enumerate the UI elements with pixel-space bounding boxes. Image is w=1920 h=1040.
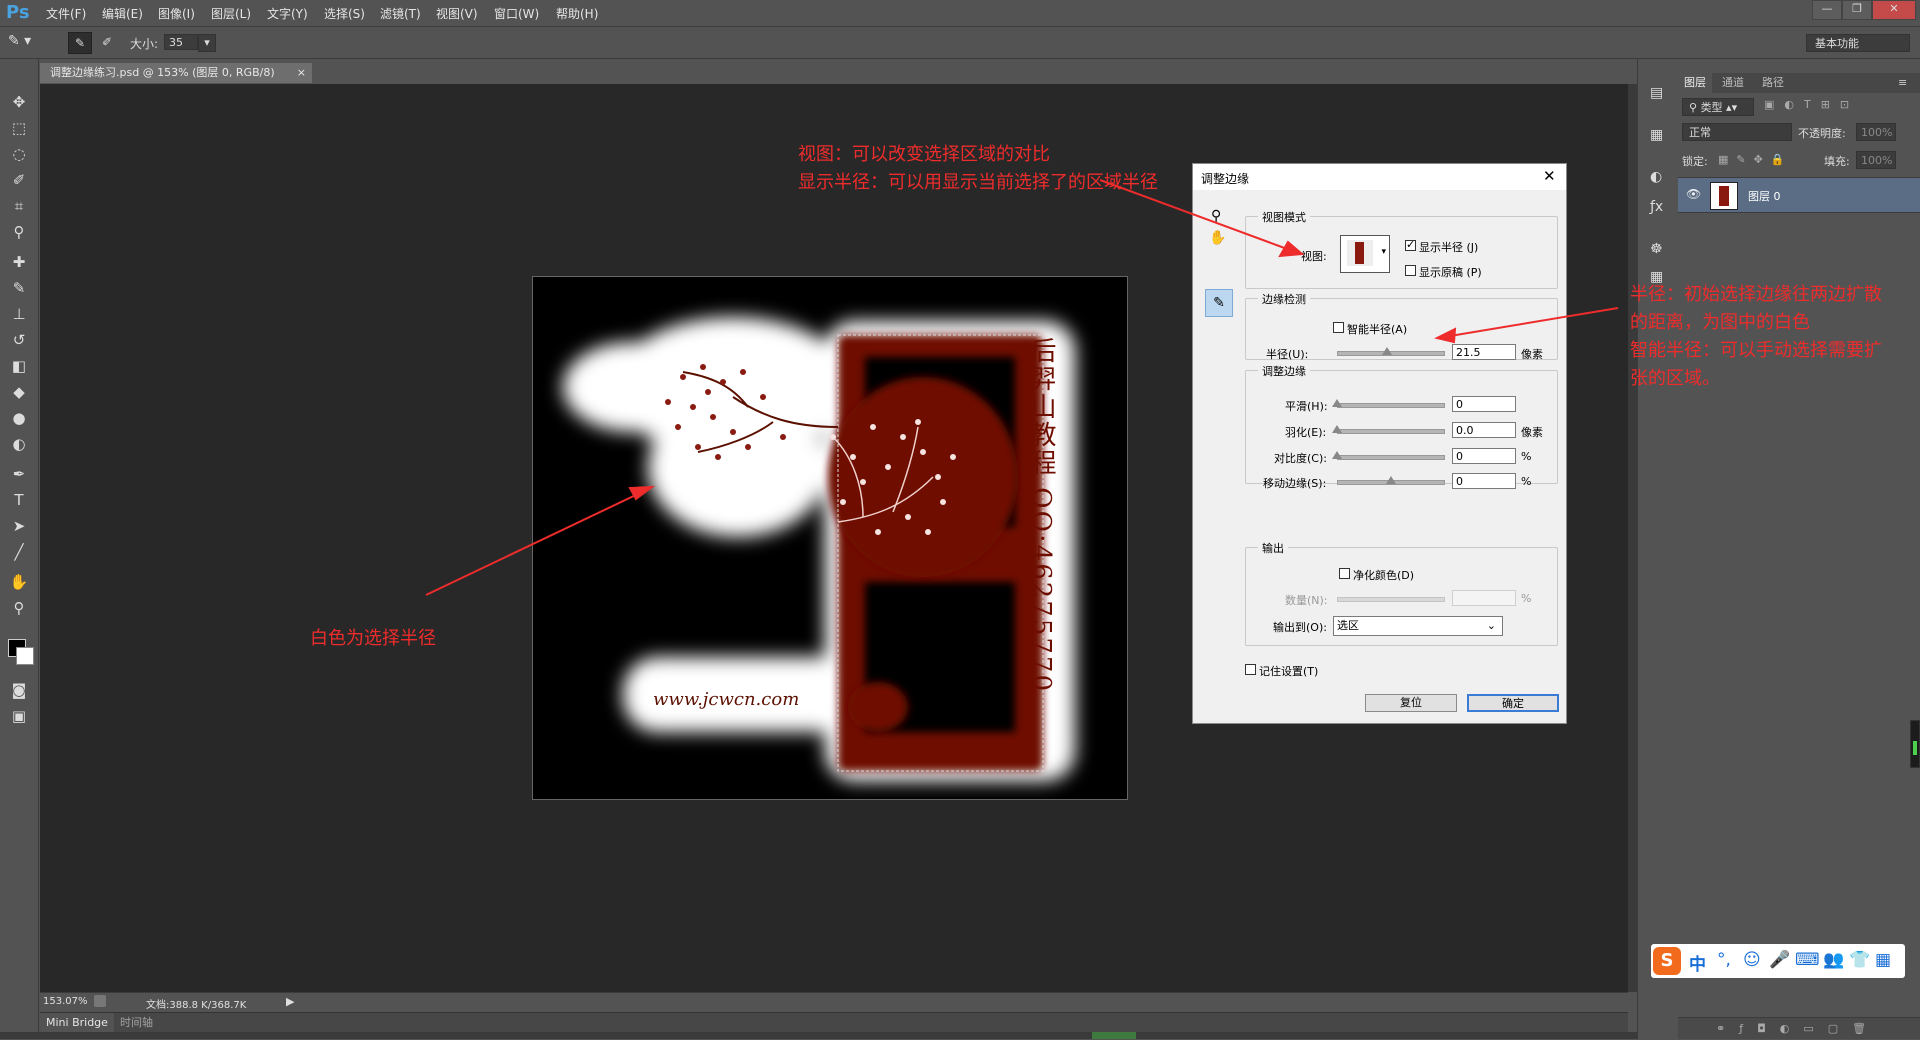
annotation-white-radius: 白色为选择半径	[310, 628, 436, 649]
annotation-radius-line1: 半径：初始选择边缘往两边扩散	[1630, 284, 1882, 305]
annotation-view-line1: 视图：可以改变选择区域的对比	[798, 144, 1050, 165]
annotation-radius-line3: 智能半径：可以手动选择需要扩	[1630, 340, 1882, 361]
annotation-view-line2: 显示半径：可以用显示当前选择了的区域半径	[798, 172, 1158, 193]
arrow-head-view	[1278, 240, 1305, 258]
toolbox-icon[interactable]: ▦	[1875, 950, 1891, 970]
ime-toolbar[interactable]: S 中 °, ☺ 🎤 ⌨ 👥 👕 ▦	[1651, 944, 1905, 978]
user-icon[interactable]: 👥	[1823, 950, 1844, 970]
skin-icon[interactable]: 👕	[1849, 950, 1870, 970]
arrow-head-smart-radius	[1434, 327, 1457, 344]
volume-indicator	[1910, 720, 1920, 768]
annotation-radius-line4: 张的区域。	[1630, 368, 1720, 389]
punctuation-icon[interactable]: °,	[1717, 950, 1731, 970]
arrow-to-white	[425, 492, 641, 596]
annotation-radius-line2: 的距离，为图中的白色	[1630, 312, 1810, 333]
voice-icon[interactable]: 🎤	[1769, 950, 1790, 970]
arrow-to-smart-radius	[1449, 307, 1619, 337]
ime-chinese-mode[interactable]: 中	[1689, 950, 1706, 975]
emoji-icon[interactable]: ☺	[1743, 950, 1761, 970]
keyboard-icon[interactable]: ⌨	[1795, 950, 1820, 970]
sogou-logo-icon[interactable]: S	[1653, 947, 1681, 975]
